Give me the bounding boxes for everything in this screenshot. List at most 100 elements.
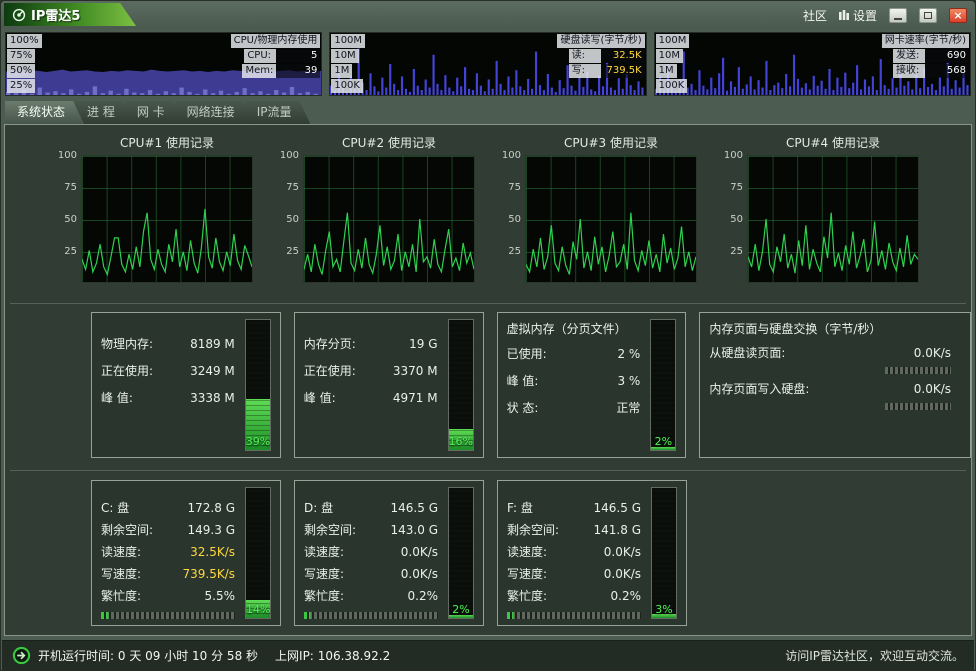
disk-panel-f: F: 盘146.5 G 剩余空间:141.8 G 读速度:0.0K/s 写速度:… xyxy=(497,480,687,626)
field-label: 内存分页: xyxy=(304,331,356,358)
app-logo-badge: IP雷达5 xyxy=(4,3,136,26)
field-label: 内存页面写入硬盘: xyxy=(709,377,809,401)
strip-stats: 发送:690 接收:568 xyxy=(893,49,969,79)
physical-memory-panel: 物理内存:8189 M 正在使用:3249 M 峰 值:3338 M 39% xyxy=(91,312,281,458)
y-tick: 100K xyxy=(656,79,688,93)
uptime-value: 0 天 09 小时 10 分 58 秒 xyxy=(118,649,258,663)
network-rate-strip: 100M 10M 1M 100K 网卡速率(字节/秒) 发送:690 接收:56… xyxy=(654,32,971,96)
field-label: 繁忙度: xyxy=(304,585,344,607)
y-tick: 25% xyxy=(7,79,35,93)
gauge-percent-label: 39% xyxy=(246,435,270,448)
app-title: IP雷达5 xyxy=(31,5,80,24)
disk-f-gauge: 3% xyxy=(651,487,677,619)
field-label: F: 盘 xyxy=(507,497,533,519)
memory-paging-panel: 内存分页:19 G 正在使用:3370 M 峰 值:4971 M 16% xyxy=(294,312,484,458)
stat-label: CPU: xyxy=(244,49,276,63)
minimize-button[interactable] xyxy=(889,8,907,23)
section-divider xyxy=(10,470,966,471)
field-value: 739.5K/s xyxy=(182,563,235,585)
field-value: 3249 M xyxy=(190,358,235,385)
field-value: 19 G xyxy=(409,331,437,358)
field-value: 0.0K/s xyxy=(604,541,641,563)
field-value: 146.5 G xyxy=(594,497,641,519)
field-label: D: 盘 xyxy=(304,497,333,519)
close-button[interactable]: × xyxy=(949,8,967,23)
stat-label: 接收: xyxy=(893,64,925,78)
cpu3-chart-group: CPU#3 使用记录 100 75 50 25 xyxy=(501,131,697,283)
field-label: 峰 值: xyxy=(507,368,539,395)
field-label: 繁忙度: xyxy=(507,585,547,607)
stat-value: 739.5K xyxy=(601,64,645,78)
cpu-y-axis: 100 75 50 25 xyxy=(279,155,303,283)
disk-panel-c: C: 盘172.8 G 剩余空间:149.3 G 读速度:32.5K/s 写速度… xyxy=(91,480,281,626)
memory-paging-gauge: 16% xyxy=(448,319,474,451)
field-value: 149.3 G xyxy=(188,519,235,541)
field-label: 剩余空间: xyxy=(304,519,356,541)
cpu-chart-title: CPU#4 使用记录 xyxy=(747,134,919,151)
field-label: 读速度: xyxy=(304,541,344,563)
field-label: 读速度: xyxy=(101,541,141,563)
stat-value: 32.5K xyxy=(601,49,645,63)
field-label: C: 盘 xyxy=(101,497,129,519)
strip-y-axis: 100M 10M 1M 100K xyxy=(331,34,365,94)
app-window: IP雷达5 社区 设置 × 100% 75% 50% 25% xyxy=(0,0,976,671)
cpu2-chart-group: CPU#2 使用记录 100 75 50 25 xyxy=(279,131,475,283)
field-label: 物理内存: xyxy=(101,331,153,358)
y-tick: 75% xyxy=(7,49,35,63)
gauge-percent-label: 14% xyxy=(246,603,270,616)
stat-value: 690 xyxy=(925,49,969,63)
tab-ip-traffic[interactable]: IP流量 xyxy=(245,101,311,124)
stat-label: 读: xyxy=(569,49,601,63)
gauge-percent-label: 2% xyxy=(651,435,675,448)
field-value: 0.0K/s xyxy=(914,341,951,365)
ip-label: 上网IP: xyxy=(275,649,314,663)
panel-title: 内存页面与硬盘交换（字节/秒） xyxy=(709,319,951,339)
page-read-bar xyxy=(885,367,951,374)
page-swap-panel: 内存页面与硬盘交换（字节/秒） 从硬盘读页面:0.0K/s 内存页面写入硬盘:0… xyxy=(699,312,971,458)
status-bar: 开机运行时间: 0 天 09 小时 10 分 58 秒 上网IP: 106.38… xyxy=(2,640,974,670)
field-value: 4971 M xyxy=(393,385,438,412)
y-tick: 1M xyxy=(656,64,677,78)
disk-busy-bar xyxy=(101,612,235,619)
maximize-button[interactable] xyxy=(919,8,937,23)
y-tick: 100K xyxy=(331,79,363,93)
field-label: 写速度: xyxy=(507,563,547,585)
stat-label: 写: xyxy=(569,64,601,78)
disk-busy-bar xyxy=(304,612,438,619)
y-tick: 1M xyxy=(331,64,352,78)
y-tick: 10M xyxy=(656,49,683,63)
disk-c-gauge: 14% xyxy=(245,487,271,619)
gauge-percent-label: 3% xyxy=(652,603,676,616)
uptime-icon xyxy=(12,646,31,665)
top-chart-strips: 100% 75% 50% 25% CPU/物理内存使用 CPU:5 Mem:39… xyxy=(5,32,971,96)
field-value: 0.0K/s xyxy=(401,541,438,563)
virtual-memory-gauge: 2% xyxy=(650,319,676,451)
section-divider xyxy=(10,303,966,304)
y-tick: 10M xyxy=(331,49,358,63)
strip-stats: CPU:5 Mem:39 xyxy=(242,49,320,79)
title-bar[interactable]: IP雷达5 社区 设置 × xyxy=(1,1,975,29)
strip-y-axis: 100M 10M 1M 100K xyxy=(656,34,690,94)
page-write-bar xyxy=(885,403,951,410)
panel-title: 虚拟内存（分页文件） xyxy=(507,319,641,339)
system-status-panel: CPU#1 使用记录 100 75 50 25 CPU#2 使用记录 xyxy=(4,124,972,636)
strip-title: CPU/物理内存使用 xyxy=(231,34,321,48)
community-link[interactable]: 社区 xyxy=(803,7,827,24)
uptime-label: 开机运行时间: xyxy=(38,649,114,663)
field-value: 5.5% xyxy=(205,585,236,607)
stat-value: 39 xyxy=(276,64,320,78)
field-label: 峰 值: xyxy=(304,385,336,412)
y-tick: 50% xyxy=(7,64,35,78)
field-value: 2 % xyxy=(617,341,640,368)
gauge-percent-label: 2% xyxy=(449,603,473,616)
field-value: 0.2% xyxy=(408,585,439,607)
field-value: 3338 M xyxy=(190,385,235,412)
cpu-y-axis: 100 75 50 25 xyxy=(501,155,525,283)
settings-link[interactable]: 设置 xyxy=(839,7,877,24)
cpu-memory-strip: 100% 75% 50% 25% CPU/物理内存使用 CPU:5 Mem:39 xyxy=(5,32,322,96)
tab-system-status[interactable]: 系统状态 xyxy=(5,101,84,124)
cpu-chart-title: CPU#2 使用记录 xyxy=(303,134,475,151)
field-value: 143.0 G xyxy=(391,519,438,541)
tab-network-connections[interactable]: 网络连接 xyxy=(175,101,254,124)
stat-value: 568 xyxy=(925,64,969,78)
